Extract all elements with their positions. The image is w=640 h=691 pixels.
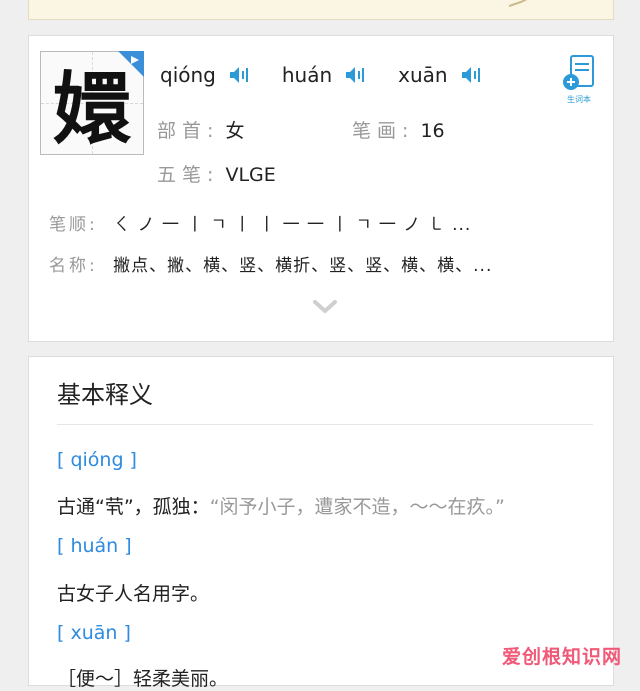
speaker-icon[interactable] [460,65,484,85]
pinyin-item: huán [282,63,368,87]
meaning-pinyin: [ xuān ] [57,622,131,644]
pinyin-row: qióng huán xuān [160,60,514,90]
pinyin-item: xuān [398,63,483,87]
wubi-row: 五笔: VLGE [157,160,276,187]
radical-row: 部首: 女 [157,116,244,143]
meaning-pinyin: [ huán ] [57,535,132,557]
stroke-names-label: 名称: [49,256,98,276]
pinyin-text: huán [281,63,333,87]
divider [57,424,593,425]
pinyin-item: qióng [160,63,252,87]
strokes-label: 笔画: [352,120,415,142]
meaning-card: 基本释义 [ qióng ] 古通“茕”，孤独：“闵予小子，遭家不造，～～在疚。… [28,356,614,690]
top-banner [28,0,614,20]
notebook-label: 生词本 [567,95,591,104]
meaning-pinyin: [ qióng ] [57,449,137,471]
meaning-definition: ［便～］轻柔美丽。 [57,668,229,690]
play-stroke-icon[interactable] [118,51,144,77]
speaker-icon[interactable] [228,65,252,85]
radical-label: 部首: [157,120,220,142]
stroke-order-value: ㄑ ノ 一 丨 ㄱ 丨 丨 一 一 丨 ㄱ 一 ノ ㇄ ... [113,215,472,235]
stroke-names-row: 名称: 撇点、撇、横、竖、横折、竖、竖、横、横、... [49,251,492,276]
chevron-down-icon[interactable] [312,299,338,315]
add-to-notebook-button[interactable]: 生词本 [559,54,599,106]
character-box[interactable]: 嬛 [40,51,144,155]
meaning-quote: “闵予小子，遭家不造，～～在疚。” [209,496,505,518]
stroke-names-value: 撇点、撇、横、竖、横折、竖、竖、横、横、... [113,256,493,276]
meaning-definition: 古女子人名用字。 [57,583,210,605]
strokes-row: 笔画: 16 [352,116,445,143]
meaning-definition: 古通“茕”，孤独： [57,496,210,518]
meaning-text: 古通“茕”，孤独：“闵予小子，遭家不造，～～在疚。” [57,492,505,519]
wubi-label: 五笔: [157,164,220,186]
radical-value: 女 [225,120,245,142]
pinyin-text: qióng [160,63,216,87]
notebook-icon [563,55,594,90]
character-card: 嬛 qióng huán xuān 生词本 部首: 女 笔画: 16 五笔: V… [28,35,614,342]
stroke-order-row: 笔顺: ㄑ ノ 一 丨 ㄱ 丨 丨 一 一 丨 ㄱ 一 ノ ㇄ ... [49,210,471,235]
watermark: 爱创根知识网 [501,646,622,668]
pinyin-text: xuān [398,63,448,87]
speaker-icon[interactable] [344,65,368,85]
wubi-value: VLGE [225,164,276,186]
stroke-order-label: 笔顺: [49,215,98,235]
strokes-value: 16 [420,120,445,142]
section-title: 基本释义 [57,381,153,409]
decoration-icon [509,0,528,7]
